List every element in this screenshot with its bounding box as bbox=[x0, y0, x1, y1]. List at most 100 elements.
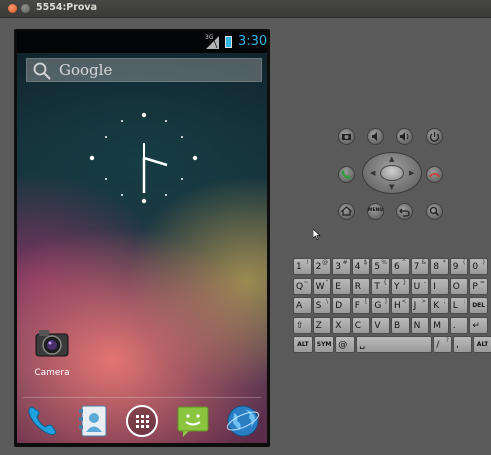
key[interactable]: T{ bbox=[371, 277, 390, 295]
back-button[interactable] bbox=[396, 203, 413, 220]
key[interactable]: P = bbox=[469, 277, 488, 295]
key[interactable]: I bbox=[430, 277, 449, 295]
key-secondary-label: ? bbox=[445, 337, 449, 344]
key[interactable]: 0) bbox=[469, 258, 488, 275]
status-bar[interactable]: 3G 3:30 bbox=[17, 31, 267, 53]
emulator-window: 5554:Prova 3G 3:30 Google Camera ▲ ▼ ◀ ▶… bbox=[0, 0, 491, 455]
key[interactable]: M bbox=[430, 316, 449, 334]
key[interactable]: 8 * bbox=[430, 258, 449, 275]
key-label: Z bbox=[315, 320, 322, 331]
key-secondary-label: } bbox=[402, 278, 407, 286]
window-title: 5554:Prova bbox=[36, 2, 98, 13]
key[interactable]: L: bbox=[449, 297, 469, 314]
key[interactable]: N bbox=[410, 316, 430, 334]
close-window-button[interactable] bbox=[8, 4, 17, 13]
key[interactable]: Y} bbox=[391, 277, 410, 295]
search-button[interactable] bbox=[426, 203, 443, 220]
key[interactable]: ⇧ bbox=[293, 316, 312, 334]
key[interactable]: ALT bbox=[472, 336, 491, 353]
key[interactable]: ALT bbox=[293, 336, 313, 353]
minimize-window-button[interactable] bbox=[21, 4, 30, 13]
search-bar-label: Google bbox=[59, 61, 113, 79]
key[interactable]: F[ bbox=[351, 297, 371, 314]
end-call-button[interactable] bbox=[426, 166, 443, 183]
key[interactable]: W " bbox=[312, 277, 332, 295]
key[interactable]: G] bbox=[371, 297, 390, 314]
key[interactable]: J > bbox=[410, 297, 430, 314]
device-screen[interactable]: 3G 3:30 Google Camera bbox=[17, 31, 267, 443]
power-icon bbox=[429, 132, 440, 142]
key[interactable]: 1! bbox=[293, 258, 312, 275]
key[interactable]: 3 # bbox=[332, 258, 351, 275]
key[interactable]: 7 & bbox=[410, 258, 430, 275]
key[interactable]: H < bbox=[391, 297, 410, 314]
google-search-bar[interactable]: Google bbox=[26, 58, 262, 82]
key[interactable]: B bbox=[391, 316, 410, 334]
key[interactable]: A bbox=[293, 297, 312, 314]
phone-icon[interactable] bbox=[25, 403, 61, 439]
key[interactable]: R bbox=[351, 277, 371, 295]
key[interactable]: . bbox=[449, 316, 469, 334]
browser-icon[interactable] bbox=[225, 403, 261, 439]
key-label: V bbox=[374, 320, 381, 331]
home-button[interactable] bbox=[338, 203, 355, 220]
dpad-down-icon[interactable]: ▼ bbox=[389, 184, 394, 191]
key[interactable]: DEL bbox=[469, 297, 488, 314]
camera-button[interactable] bbox=[338, 128, 355, 145]
key[interactable]: 2 @ bbox=[312, 258, 332, 275]
key-secondary-label: ( bbox=[462, 259, 466, 266]
key[interactable]: X bbox=[332, 316, 351, 334]
key[interactable]: SYM bbox=[314, 336, 335, 353]
key-label: ALT bbox=[297, 341, 309, 348]
key-label: N bbox=[413, 320, 421, 331]
key-secondary-label: & bbox=[421, 259, 427, 266]
key-secondary-label: = bbox=[479, 278, 485, 286]
volume-up-button[interactable] bbox=[396, 128, 413, 145]
camera-app-shortcut[interactable]: Camera bbox=[31, 327, 71, 383]
key-label: Q bbox=[296, 281, 304, 292]
key[interactable]: S \ bbox=[312, 297, 332, 314]
menu-button[interactable]: MENU bbox=[367, 203, 384, 220]
messaging-icon[interactable] bbox=[175, 403, 211, 439]
volume-up-icon bbox=[400, 132, 409, 141]
key[interactable]: 4 $ bbox=[351, 258, 371, 275]
contacts-icon[interactable] bbox=[76, 403, 112, 439]
dpad-center-button[interactable] bbox=[380, 165, 404, 181]
key[interactable]: K; bbox=[430, 297, 449, 314]
dpad-right-icon[interactable]: ▶ bbox=[409, 170, 414, 177]
volume-down-button[interactable] bbox=[367, 128, 384, 145]
key[interactable]: @ bbox=[335, 336, 356, 353]
key[interactable]: V bbox=[371, 316, 390, 334]
key-secondary-label: < bbox=[401, 298, 407, 305]
key[interactable]: E bbox=[332, 277, 351, 295]
key-label: ␣ bbox=[359, 340, 366, 350]
key-secondary-label: ^ bbox=[401, 259, 407, 266]
key-label: 8 bbox=[433, 262, 439, 272]
key-label: . bbox=[452, 320, 456, 331]
all-apps-icon[interactable] bbox=[124, 403, 160, 439]
dpad[interactable]: ▲ ▼ ◀ ▶ bbox=[362, 152, 422, 194]
power-button[interactable] bbox=[426, 128, 443, 145]
key[interactable]: U- bbox=[410, 277, 430, 295]
call-button[interactable] bbox=[338, 166, 355, 183]
key[interactable]: Q ~ bbox=[293, 277, 312, 295]
key[interactable]: /? bbox=[433, 336, 452, 353]
key[interactable]: 5% bbox=[371, 258, 390, 275]
key[interactable]: , bbox=[453, 336, 472, 353]
key-label: E bbox=[335, 281, 341, 292]
dpad-up-icon[interactable]: ▲ bbox=[389, 156, 394, 163]
key[interactable]: 9( bbox=[449, 258, 469, 275]
key[interactable]: D bbox=[332, 297, 351, 314]
key[interactable]: 6 ^ bbox=[391, 258, 410, 275]
key[interactable]: C bbox=[351, 316, 371, 334]
key-label: 1 bbox=[296, 262, 302, 272]
key-secondary-label: > bbox=[421, 298, 427, 305]
search-icon bbox=[33, 62, 51, 80]
key[interactable]: ␣ bbox=[356, 336, 433, 353]
key[interactable]: Z bbox=[312, 316, 332, 334]
key[interactable]: ↵ bbox=[469, 316, 488, 334]
analog-clock-widget[interactable] bbox=[89, 103, 199, 213]
key-secondary-label: ) bbox=[482, 259, 485, 266]
dpad-left-icon[interactable]: ◀ bbox=[370, 170, 375, 177]
key[interactable]: O bbox=[449, 277, 469, 295]
